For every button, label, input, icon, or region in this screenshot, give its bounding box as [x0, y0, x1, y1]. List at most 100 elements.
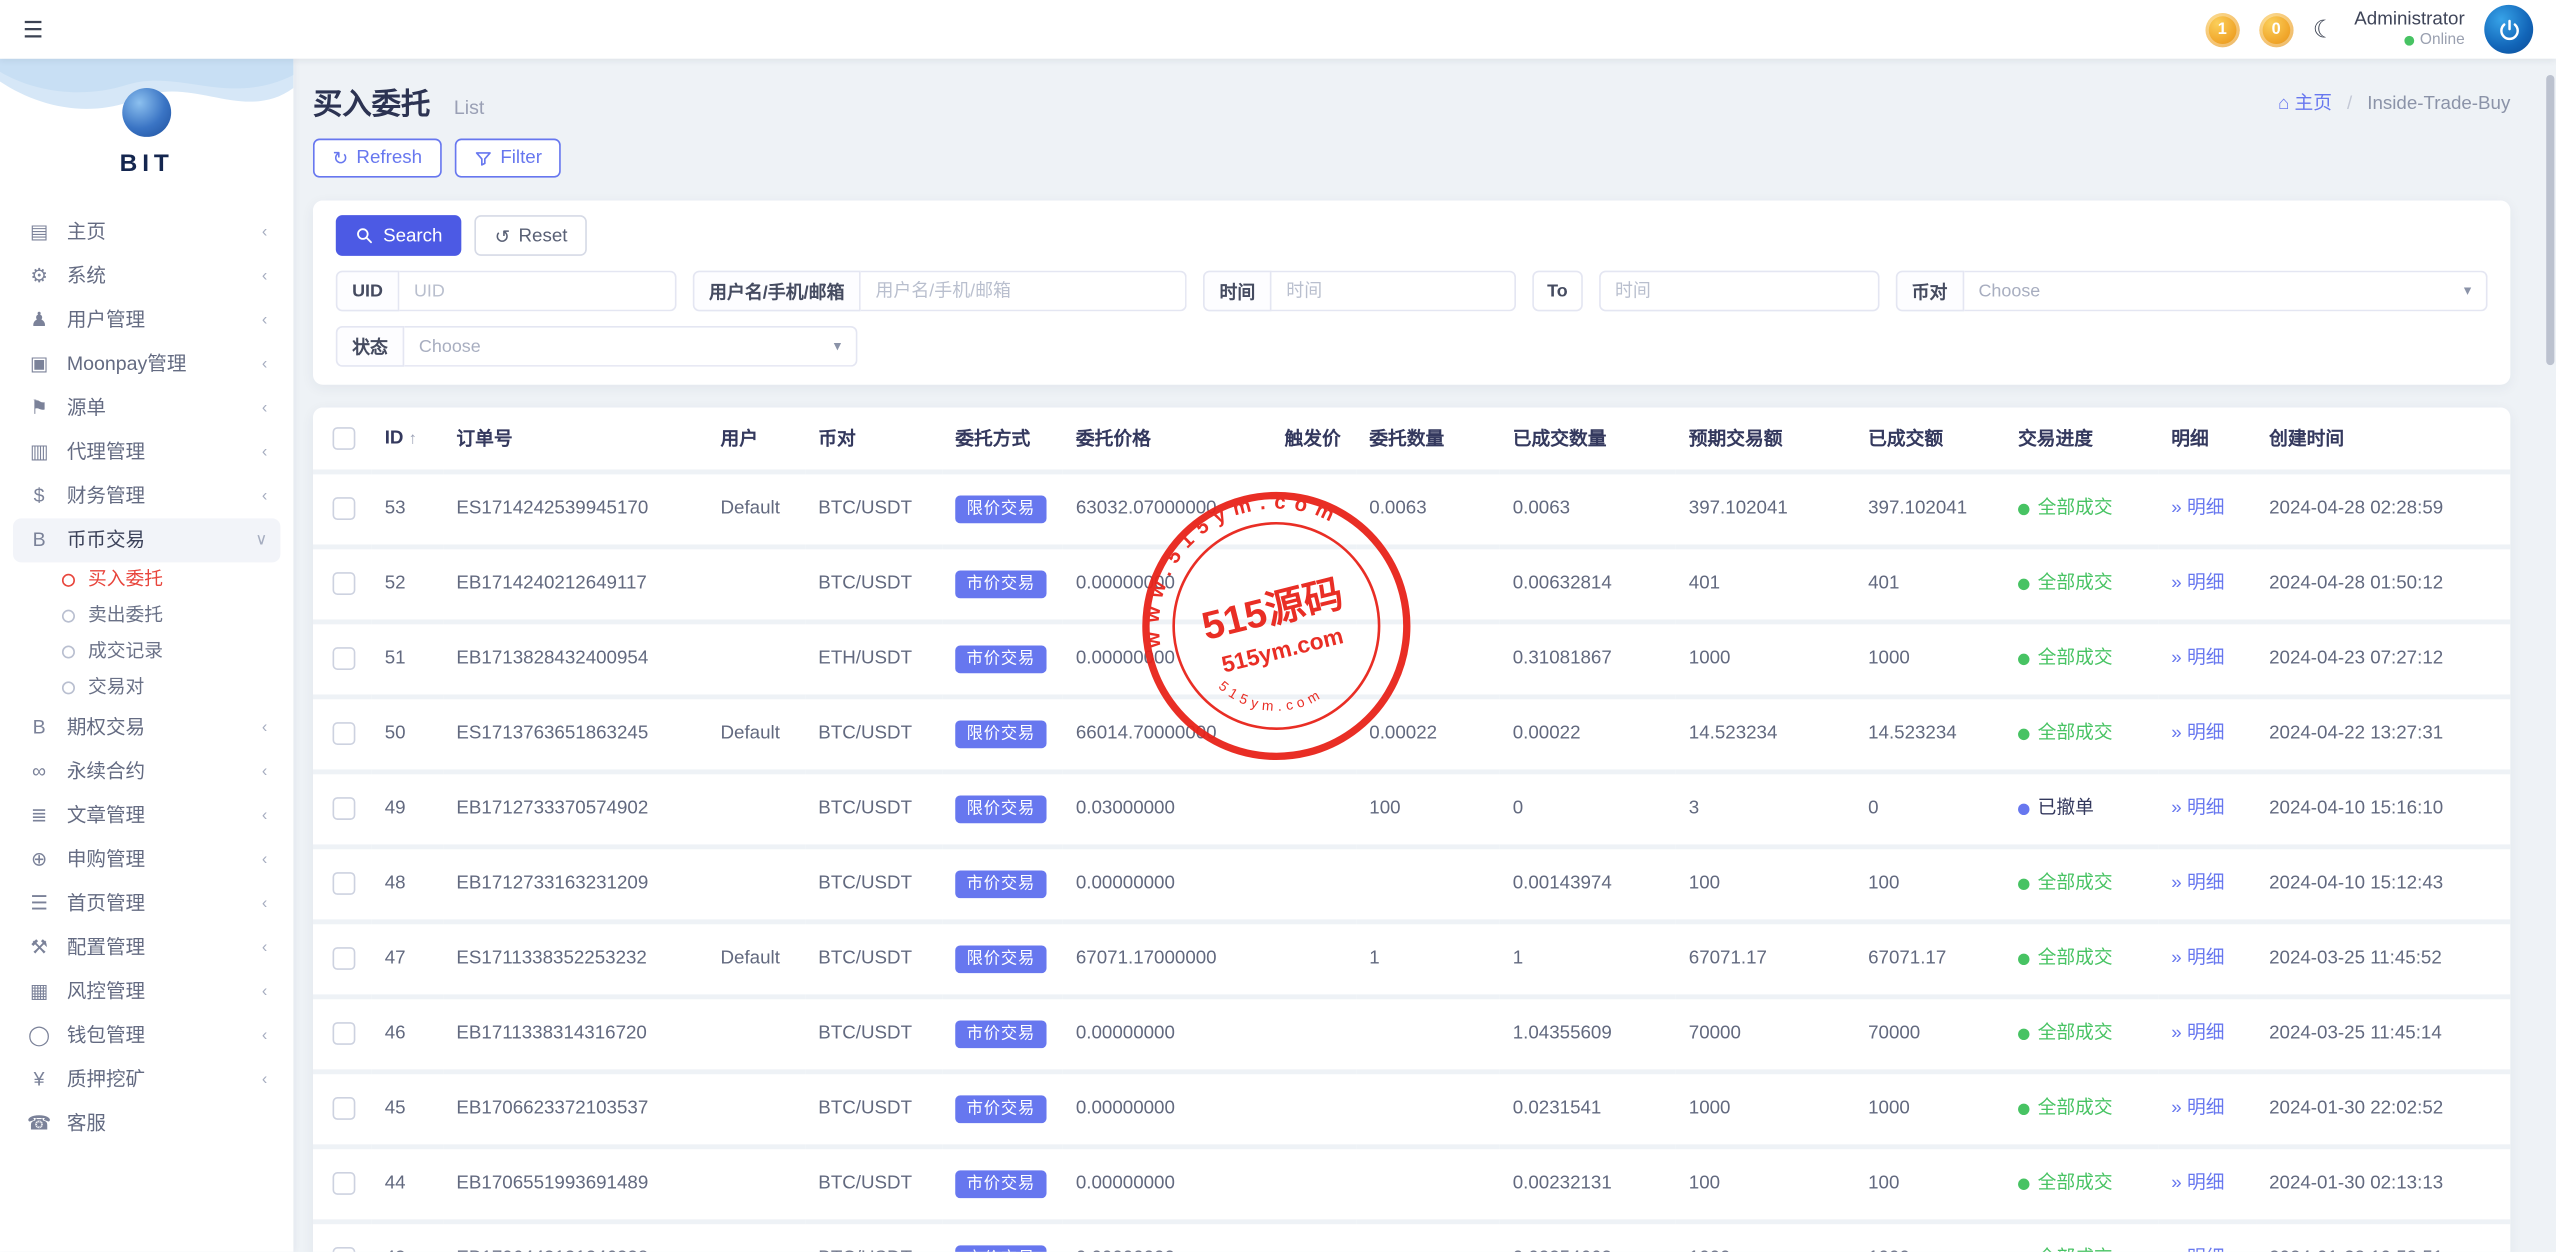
sidebar-item-wallet[interactable]: ◯ 钱包管理 ‹	[13, 1014, 280, 1058]
sidebar-subitem-sell-orders[interactable]: 卖出委托	[13, 598, 280, 634]
row-checkbox[interactable]	[333, 647, 356, 670]
detail-link[interactable]: » 明细	[2171, 874, 2224, 894]
status-dot	[2018, 728, 2029, 739]
filter-button[interactable]: Filter	[455, 139, 562, 178]
status-select[interactable]: Choose ▾	[404, 326, 857, 367]
detail-link[interactable]: » 明细	[2171, 649, 2224, 669]
sidebar-item-support[interactable]: ☎ 客服	[13, 1102, 280, 1146]
sidebar-item-articles[interactable]: ≣ 文章管理 ‹	[13, 794, 280, 838]
detail-link[interactable]: » 明细	[2171, 1174, 2224, 1194]
orders-table-card: ID ↑ 订单号 用户 币对 委托方式 委托价格 触发价 委托数量 已成交数量 …	[313, 408, 2510, 1252]
cell-select	[313, 472, 372, 547]
avatar[interactable]	[2484, 5, 2533, 54]
coin-badge-2-icon[interactable]: 0	[2259, 12, 2293, 46]
table-row: 49 EB1712733370574902 BTC/USDT 限价交易 0.03…	[313, 772, 2510, 847]
time-end-input[interactable]	[1599, 271, 1879, 312]
sidebar-item-config[interactable]: ⚒ 配置管理 ‹	[13, 926, 280, 970]
detail-link[interactable]: » 明细	[2171, 1099, 2224, 1119]
sidebar-item-moonpay[interactable]: ▣ Moonpay管理 ‹	[13, 342, 280, 386]
sidebar-item-finance[interactable]: $ 财务管理 ‹	[13, 474, 280, 518]
detail-link[interactable]: » 明细	[2171, 1024, 2224, 1044]
detail-link[interactable]: » 明细	[2171, 799, 2224, 819]
cell-amount	[1356, 547, 1499, 622]
sidebar-item-source-orders[interactable]: ⚑ 源单 ‹	[13, 386, 280, 430]
sidebar-item-agents[interactable]: ▥ 代理管理 ‹	[13, 430, 280, 474]
sort-asc-icon[interactable]: ↑	[409, 430, 417, 448]
time-start-input[interactable]	[1272, 271, 1517, 312]
sidebar-item-system[interactable]: ⚙ 系统 ‹	[13, 254, 280, 298]
breadcrumb: ⌂ 主页 / Inside-Trade-Buy	[2278, 90, 2510, 116]
status-badge: 全部成交	[2018, 571, 2113, 595]
row-checkbox[interactable]	[333, 797, 356, 820]
col-id: ID ↑	[372, 408, 444, 472]
cell-id: 53	[372, 472, 444, 547]
double-chevron-icon: »	[2171, 1024, 2181, 1044]
sidebar-item-subscription[interactable]: ⊕ 申购管理 ‹	[13, 838, 280, 882]
refresh-button[interactable]: ↻ Refresh	[313, 139, 442, 178]
menu-icon: ⚑	[26, 396, 52, 420]
detail-link[interactable]: » 明细	[2171, 724, 2224, 744]
menu-icon: ♟	[26, 308, 52, 332]
cell-amount: 100	[1356, 772, 1499, 847]
mode-badge: 市价交易	[955, 571, 1046, 599]
sidebar-item-perpetual[interactable]: ∞ 永续合约 ‹	[13, 750, 280, 794]
sidebar-item-home[interactable]: ▤ 主页 ‹	[13, 210, 280, 254]
detail-link[interactable]: » 明细	[2171, 499, 2224, 519]
cell-pair: BTC/USDT	[805, 1222, 942, 1252]
sidebar-item-risk[interactable]: ▦ 风控管理 ‹	[13, 970, 280, 1014]
row-checkbox[interactable]	[333, 572, 356, 595]
breadcrumb-home-link[interactable]: ⌂ 主页	[2278, 95, 2332, 115]
status-badge: 已撤单	[2018, 796, 2094, 820]
sidebar-subitem-trading-pairs[interactable]: 交易对	[13, 670, 280, 706]
row-checkbox[interactable]	[333, 1172, 356, 1195]
row-checkbox[interactable]	[333, 1097, 356, 1120]
chevron-icon: ‹	[262, 396, 267, 420]
double-chevron-icon: »	[2171, 574, 2181, 594]
pair-select[interactable]: Choose ▾	[1964, 271, 2488, 312]
sidebar-subitem-buy-orders[interactable]: 买入委托	[13, 562, 280, 598]
dark-mode-toggle-icon[interactable]: ☾	[2313, 15, 2335, 44]
row-checkbox[interactable]	[333, 1022, 356, 1045]
search-button[interactable]: Search	[336, 215, 462, 256]
brand-logo[interactable]: BIT	[0, 59, 293, 178]
cell-user	[707, 547, 805, 622]
cell-expected-total: 100	[1676, 1147, 1855, 1222]
row-checkbox[interactable]	[333, 947, 356, 970]
cell-mode: 市价交易	[942, 1222, 1063, 1252]
user-filter-input[interactable]	[861, 271, 1187, 312]
cell-mode: 限价交易	[942, 772, 1063, 847]
row-checkbox[interactable]	[333, 872, 356, 895]
row-checkbox[interactable]	[333, 722, 356, 745]
row-checkbox[interactable]	[333, 1247, 356, 1252]
user-info[interactable]: Administrator Online	[2354, 8, 2464, 51]
cell-id: 44	[372, 1147, 444, 1222]
reset-button[interactable]: ↺ Reset	[475, 215, 587, 256]
menu-icon: ⚒	[26, 936, 52, 960]
sidebar-item-users[interactable]: ♟ 用户管理 ‹	[13, 298, 280, 342]
sidebar-item-homepage[interactable]: ☰ 首页管理 ‹	[13, 882, 280, 926]
uid-input[interactable]	[399, 271, 676, 312]
cell-mode: 市价交易	[942, 622, 1063, 697]
coin-badge-1-icon[interactable]: 1	[2205, 12, 2239, 46]
menu-icon: B	[26, 528, 52, 552]
hamburger-menu-icon[interactable]: ☰	[23, 15, 43, 43]
cell-trigger-price	[1271, 472, 1356, 547]
cell-expected-total: 67071.17	[1676, 922, 1855, 997]
cell-trigger-price	[1271, 1222, 1356, 1252]
double-chevron-icon: »	[2171, 724, 2181, 744]
cell-id: 46	[372, 997, 444, 1072]
col-trigger-price: 触发价	[1271, 408, 1356, 472]
vertical-scrollbar[interactable]	[2545, 59, 2556, 1252]
chevron-icon: ‹	[262, 264, 267, 288]
sidebar-item-options-trading[interactable]: B 期权交易 ‹	[13, 706, 280, 750]
row-checkbox[interactable]	[333, 497, 356, 520]
sidebar-item-spot-trading[interactable]: B 币币交易 ∨	[13, 518, 280, 562]
detail-link[interactable]: » 明细	[2171, 574, 2224, 594]
sidebar-subitem-trade-records[interactable]: 成交记录	[13, 634, 280, 670]
sidebar-item-staking[interactable]: ¥ 质押挖矿 ‹	[13, 1058, 280, 1102]
cell-created-at: 2024-04-22 13:27:31	[2256, 697, 2510, 772]
scrollbar-thumb[interactable]	[2546, 75, 2554, 365]
detail-link[interactable]: » 明细	[2171, 1249, 2224, 1252]
select-all-checkbox[interactable]	[333, 427, 356, 450]
detail-link[interactable]: » 明细	[2171, 949, 2224, 969]
